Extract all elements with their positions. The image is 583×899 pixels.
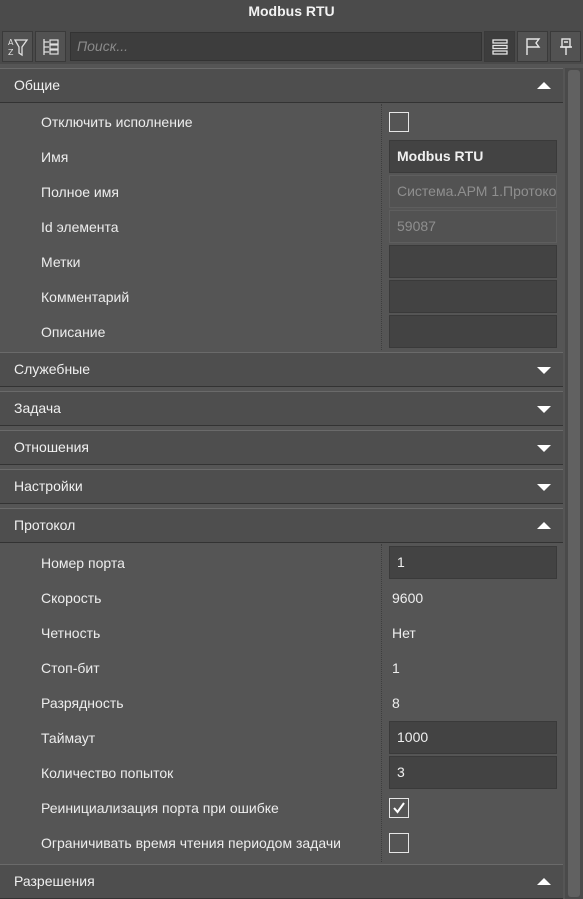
port-label: Номер порта [41, 555, 125, 571]
reinit-checkbox[interactable] [389, 798, 409, 818]
section-general-title: Общие [14, 77, 61, 93]
chevron-down-icon [537, 406, 551, 413]
tags-label: Метки [41, 254, 81, 270]
chevron-up-icon [537, 878, 551, 885]
retries-label: Количество попыток [41, 765, 174, 781]
name-field[interactable]: Modbus RTU [389, 140, 557, 173]
column-divider [381, 104, 382, 350]
tree-collapse-button[interactable] [35, 31, 66, 62]
chevron-up-icon [537, 522, 551, 529]
search-input[interactable]: Поиск... [70, 32, 482, 61]
element-id-field: 59087 [389, 210, 557, 243]
tags-field[interactable] [389, 245, 557, 278]
chevron-up-icon [537, 82, 551, 89]
disable-exec-checkbox[interactable] [389, 112, 409, 132]
description-field[interactable] [389, 315, 557, 348]
section-permissions-title: Разрешения [14, 873, 95, 889]
section-service-header[interactable]: Служебные [0, 352, 563, 387]
port-field[interactable]: 1 [389, 546, 557, 579]
svg-text:A: A [8, 38, 14, 47]
disable-exec-label: Отключить исполнение [41, 114, 193, 130]
sort-filter-button[interactable]: A Z [2, 31, 33, 62]
sort-filter-icon: A Z [8, 38, 28, 57]
pin-icon [559, 37, 572, 55]
data-bits-value[interactable]: 8 [392, 695, 400, 711]
checkmark-icon [393, 802, 405, 814]
speed-value[interactable]: 9600 [392, 590, 423, 606]
window-title: Modbus RTU [0, 0, 583, 30]
reinit-label: Реинициализация порта при ошибке [41, 800, 279, 816]
section-protocol-title: Протокол [14, 517, 76, 533]
flag-button[interactable] [517, 31, 548, 62]
section-relations-title: Отношения [14, 439, 89, 455]
section-task-title: Задача [14, 400, 61, 416]
full-name-label: Полное имя [41, 184, 119, 200]
pin-button[interactable] [550, 31, 581, 62]
list-view-icon [491, 38, 508, 55]
section-settings-header[interactable]: Настройки [0, 469, 563, 504]
property-grid: Общие Отключить исполнение Имя Modbus RT… [0, 68, 563, 899]
scrollbar-thumb[interactable] [568, 70, 580, 897]
retries-field[interactable]: 3 [389, 756, 557, 789]
section-general-header[interactable]: Общие [0, 68, 563, 103]
flag-icon [525, 37, 540, 55]
timeout-field[interactable]: 1000 [389, 721, 557, 754]
chevron-down-icon [537, 484, 551, 491]
toolbar: A Z Поиск... [0, 30, 583, 64]
section-task-header[interactable]: Задача [0, 391, 563, 426]
element-id-label: Id элемента [41, 219, 119, 235]
section-permissions-header[interactable]: Разрешения [0, 864, 563, 899]
stop-bits-label: Стоп-бит [41, 660, 100, 676]
chevron-down-icon [537, 367, 551, 374]
comment-field[interactable] [389, 280, 557, 313]
timeout-label: Таймаут [41, 730, 96, 746]
full-name-field: Система.АРМ 1.Протокол [389, 175, 557, 208]
description-label: Описание [41, 324, 106, 340]
svg-text:Z: Z [8, 48, 14, 57]
parity-value[interactable]: Нет [392, 625, 416, 641]
speed-label: Скорость [41, 590, 102, 606]
parity-label: Четность [41, 625, 101, 641]
section-service-title: Служебные [14, 361, 91, 377]
name-label: Имя [41, 149, 69, 165]
vertical-scrollbar[interactable] [565, 68, 583, 899]
data-bits-label: Разрядность [41, 695, 124, 711]
column-divider [381, 544, 382, 862]
limit-read-checkbox[interactable] [389, 833, 409, 853]
tree-collapse-icon [42, 38, 59, 55]
section-protocol-header[interactable]: Протокол [0, 508, 563, 543]
chevron-down-icon [537, 445, 551, 452]
comment-label: Комментарий [41, 289, 130, 305]
list-view-button[interactable] [484, 31, 515, 62]
section-relations-header[interactable]: Отношения [0, 430, 563, 465]
limit-read-label: Ограничивать время чтения периодом задач… [41, 835, 341, 851]
stop-bits-value[interactable]: 1 [392, 660, 400, 676]
section-settings-title: Настройки [14, 478, 83, 494]
